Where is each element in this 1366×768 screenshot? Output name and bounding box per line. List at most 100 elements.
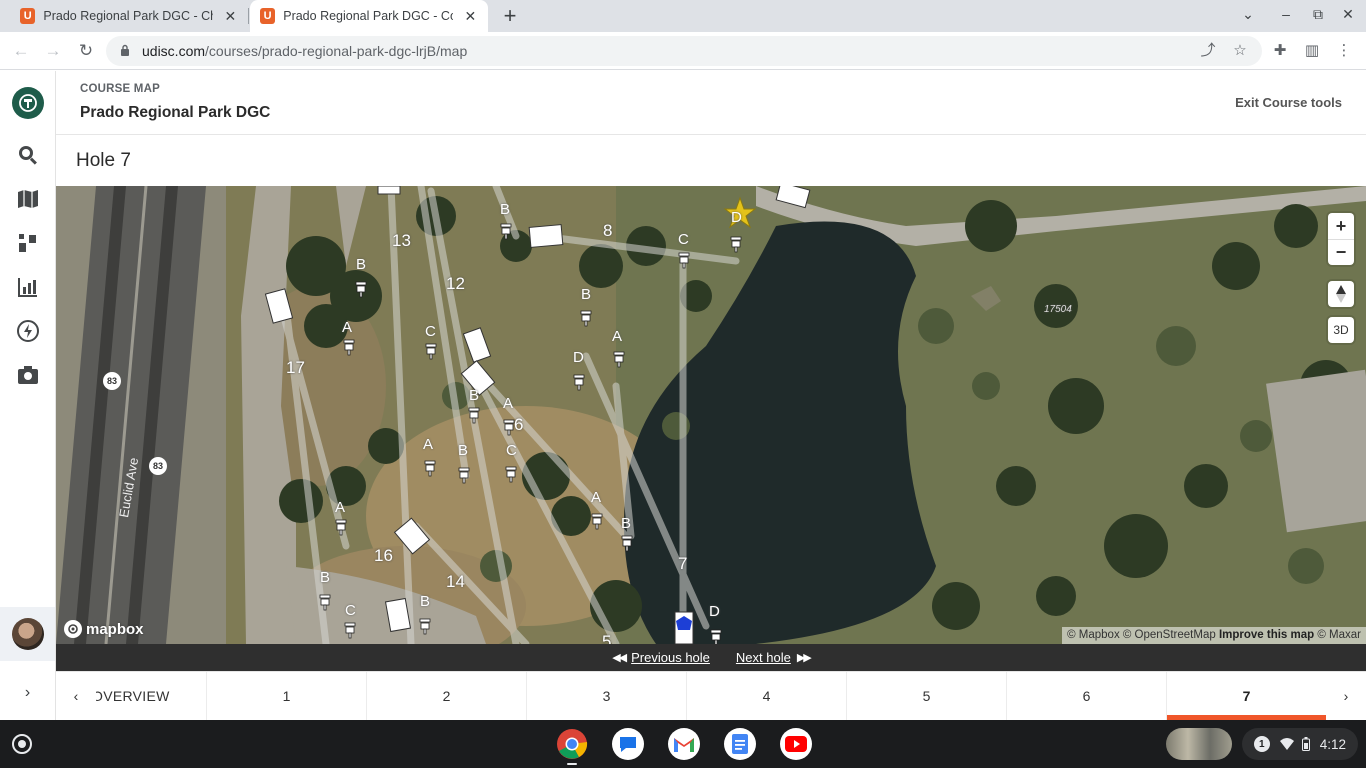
- maximize-icon[interactable]: ⧉: [1308, 6, 1328, 23]
- lock-icon: [121, 44, 129, 56]
- udisc-favicon-icon: U: [20, 8, 36, 24]
- tab-separator: [248, 8, 249, 24]
- tab-hole-6[interactable]: 6: [1006, 672, 1166, 720]
- next-hole-link[interactable]: Next hole: [736, 650, 791, 665]
- tab-search-icon[interactable]: ⌄: [1238, 6, 1258, 23]
- tab-hole-5[interactable]: 5: [846, 672, 1006, 720]
- tab-hole-7[interactable]: 7: [1166, 672, 1326, 721]
- exit-course-tools-link[interactable]: Exit Course tools: [1235, 95, 1342, 110]
- running-indicator: [567, 763, 577, 765]
- udisc-favicon-icon: U: [260, 8, 276, 24]
- course-name: Prado Regional Park DGC: [80, 104, 271, 121]
- tabs-scroll-right-icon[interactable]: ›: [1326, 672, 1366, 720]
- hole-number-label: 16: [374, 546, 393, 565]
- avatar: [11, 618, 44, 650]
- basket-label: A: [335, 499, 346, 516]
- zoom-out-button[interactable]: −: [1328, 239, 1354, 265]
- hole-number-label: 7: [678, 554, 688, 573]
- basket-label: C: [425, 323, 436, 340]
- tab-title: Prado Regional Park DGC - Chino: [43, 9, 212, 23]
- basket-label: B: [420, 593, 431, 610]
- launcher-icon[interactable]: [12, 734, 32, 754]
- expand-sidebar-chevron-icon[interactable]: ›: [0, 671, 55, 715]
- zoom-control: + −: [1328, 213, 1354, 265]
- url-path: /courses/prado-regional-park-dgc-lrjB/ma…: [205, 43, 468, 59]
- browser-toolbar: ← → ↻ udisc.com/courses/prado-regional-p…: [0, 32, 1366, 70]
- window-close-icon[interactable]: ✕: [1338, 6, 1358, 23]
- previous-hole-link[interactable]: Previous hole: [631, 650, 710, 665]
- mapbox-logo[interactable]: mapbox: [64, 620, 144, 638]
- chrome-app-icon[interactable]: [556, 728, 588, 760]
- hole-number-label: 14: [446, 572, 465, 591]
- basket-label: A: [503, 395, 514, 412]
- close-icon[interactable]: ✕: [223, 8, 238, 25]
- more-menu-icon[interactable]: ⋮: [1334, 41, 1354, 61]
- course-map-kicker: COURSE MAP: [80, 83, 160, 95]
- basket-label: B: [581, 286, 592, 303]
- courses-map-icon[interactable]: [12, 183, 44, 215]
- clock-time: 4:12: [1319, 736, 1346, 752]
- wifi-icon: [1279, 738, 1294, 750]
- os-shelf: 1 4:12: [0, 720, 1366, 768]
- tabs-scroll-left-icon[interactable]: ‹: [56, 672, 96, 720]
- tab-title: Prado Regional Park DGC - Cour: [283, 9, 453, 23]
- tab-overview-label: OVERVIEW: [96, 688, 170, 704]
- attribution-text[interactable]: © Mapbox © OpenStreetMap: [1067, 629, 1216, 641]
- basket-label: D: [709, 603, 720, 620]
- reload-icon[interactable]: ↻: [75, 40, 97, 62]
- gmail-app-icon[interactable]: [668, 728, 700, 760]
- new-tab-button[interactable]: +: [498, 4, 522, 28]
- logo-circle: [12, 87, 44, 119]
- compass-reset-north-button[interactable]: [1328, 281, 1354, 307]
- basket-label: A: [612, 328, 623, 345]
- zoom-in-button[interactable]: +: [1328, 213, 1354, 239]
- battery-icon: [1301, 737, 1310, 751]
- camera-icon[interactable]: [12, 359, 44, 391]
- course-header: COURSE MAP Prado Regional Park DGC Exit …: [56, 71, 1366, 135]
- basket-label: A: [342, 319, 353, 336]
- search-icon[interactable]: [12, 139, 44, 171]
- events-lightning-icon[interactable]: [12, 315, 44, 347]
- route-shield: 83: [103, 372, 121, 390]
- tab-hole-3[interactable]: 3: [526, 672, 686, 720]
- share-icon[interactable]: ⤴: [1198, 41, 1218, 61]
- hole-number-label: 17: [286, 358, 305, 377]
- docs-app-icon[interactable]: [724, 728, 756, 760]
- messages-app-icon[interactable]: [612, 728, 644, 760]
- user-avatar-button[interactable]: [0, 607, 55, 661]
- holding-space-thumbnail[interactable]: [1166, 728, 1232, 760]
- address-bar[interactable]: udisc.com/courses/prado-regional-park-dg…: [106, 36, 1262, 66]
- hole-number-label: 6: [514, 415, 524, 434]
- improve-map-link[interactable]: Improve this map: [1219, 629, 1314, 641]
- tab-hole-4[interactable]: 4: [686, 672, 846, 720]
- app-sidebar: ›: [0, 71, 56, 720]
- hole-number-label: 12: [446, 274, 465, 293]
- udisc-logo-icon[interactable]: [12, 87, 44, 119]
- bookmark-star-icon[interactable]: ☆: [1230, 41, 1250, 61]
- basket-label: B: [356, 256, 367, 273]
- basket-label: D: [731, 209, 742, 226]
- notification-count: 1: [1253, 736, 1270, 752]
- scoring-icon[interactable]: [12, 227, 44, 259]
- url-text: udisc.com/courses/prado-regional-park-dg…: [142, 43, 467, 59]
- tab-hole-1[interactable]: 1: [206, 672, 366, 720]
- tab-overview[interactable]: OVERVIEW: [96, 672, 206, 720]
- toggle-3d-button[interactable]: 3D: [1328, 317, 1354, 343]
- extensions-puzzle-icon[interactable]: ✚: [1270, 41, 1290, 61]
- youtube-app-icon[interactable]: [780, 728, 812, 760]
- basket-label: C: [506, 442, 517, 459]
- forward-arrow-icon[interactable]: →: [42, 40, 64, 62]
- browser-tabstrip: U Prado Regional Park DGC - Chino ✕ U Pr…: [0, 0, 1366, 32]
- browser-tab-1[interactable]: U Prado Regional Park DGC - Chino ✕: [0, 0, 248, 32]
- mapbox-logo-text: mapbox: [86, 620, 144, 638]
- browser-tab-2[interactable]: U Prado Regional Park DGC - Cour ✕: [250, 0, 488, 32]
- stats-icon[interactable]: [12, 271, 44, 303]
- minimize-icon[interactable]: –: [1276, 6, 1296, 22]
- course-map[interactable]: 83 83 Euclid Ave 17504 13 12 8 17 6 7 16…: [56, 186, 1366, 644]
- status-tray[interactable]: 1 4:12: [1241, 728, 1358, 760]
- back-arrow-icon[interactable]: ←: [10, 40, 32, 62]
- maxar-attribution[interactable]: © Maxar: [1317, 629, 1361, 641]
- side-panel-icon[interactable]: ▥: [1302, 41, 1322, 61]
- tab-hole-2[interactable]: 2: [366, 672, 526, 720]
- close-icon[interactable]: ✕: [463, 8, 478, 25]
